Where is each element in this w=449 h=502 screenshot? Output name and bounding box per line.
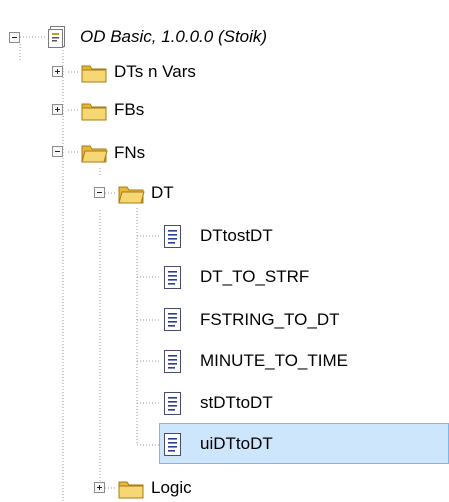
- tree-node-fns[interactable]: FNs: [110, 140, 149, 166]
- document-icon: [164, 225, 181, 248]
- project-file-icon: [48, 26, 65, 48]
- folder-open-icon: [81, 145, 108, 163]
- project-tree[interactable]: OD Basic, 1.0.0.0 (Stoik) DTs n Vars FBs…: [0, 0, 449, 502]
- tree-item-label: DT_TO_STRF: [200, 267, 310, 286]
- document-icon: [164, 392, 181, 415]
- tree-item-fstring-to-dt[interactable]: FSTRING_TO_DT: [196, 307, 343, 333]
- tree-node-root[interactable]: OD Basic, 1.0.0.0 (Stoik): [76, 24, 271, 50]
- tree-item-label: uiDTtoDT: [200, 434, 273, 453]
- tree-node-label: Logic: [151, 478, 192, 497]
- expand-toggle-fbs[interactable]: [52, 104, 63, 115]
- collapse-toggle-root[interactable]: [9, 32, 20, 43]
- document-icon: [164, 433, 181, 456]
- collapse-toggle-dt[interactable]: [94, 187, 105, 198]
- tree-node-label: OD Basic, 1.0.0.0 (Stoik): [80, 27, 268, 46]
- expand-toggle-logic[interactable]: [94, 482, 105, 493]
- tree-node-label: DT: [151, 183, 174, 202]
- tree-item-dttostdt[interactable]: DTtostDT: [196, 223, 277, 249]
- folder-icon: [81, 103, 107, 121]
- tree-item-label: MINUTE_TO_TIME: [200, 351, 348, 370]
- tree-item-label: stDTtoDT: [200, 393, 273, 412]
- document-icon: [164, 308, 181, 331]
- tree-node-label: FBs: [114, 100, 145, 119]
- tree-item-dt-to-strf[interactable]: DT_TO_STRF: [196, 264, 313, 290]
- tree-node-label: FNs: [114, 143, 146, 162]
- tree-node-fbs[interactable]: FBs: [110, 97, 148, 123]
- tree-node-dts-n-vars[interactable]: DTs n Vars: [110, 59, 200, 85]
- tree-node-dt[interactable]: DT: [147, 180, 178, 206]
- collapse-toggle-fns[interactable]: [52, 146, 63, 157]
- tree-node-logic[interactable]: Logic: [147, 475, 196, 501]
- tree-node-label: DTs n Vars: [114, 62, 196, 81]
- tree-item-label: DTtostDT: [200, 226, 273, 245]
- document-icon: [164, 350, 181, 373]
- tree-item-stdttodt[interactable]: stDTtoDT: [196, 390, 277, 416]
- tree-item-minute-to-time[interactable]: MINUTE_TO_TIME: [196, 348, 352, 374]
- expand-toggle-dts-n-vars[interactable]: [52, 66, 63, 77]
- tree-item-uidttodt[interactable]: uiDTtoDT: [196, 431, 277, 457]
- folder-icon: [81, 65, 107, 83]
- tree-item-label: FSTRING_TO_DT: [200, 310, 340, 329]
- folder-icon: [118, 481, 144, 499]
- document-icon: [164, 266, 181, 289]
- folder-open-icon: [118, 186, 145, 204]
